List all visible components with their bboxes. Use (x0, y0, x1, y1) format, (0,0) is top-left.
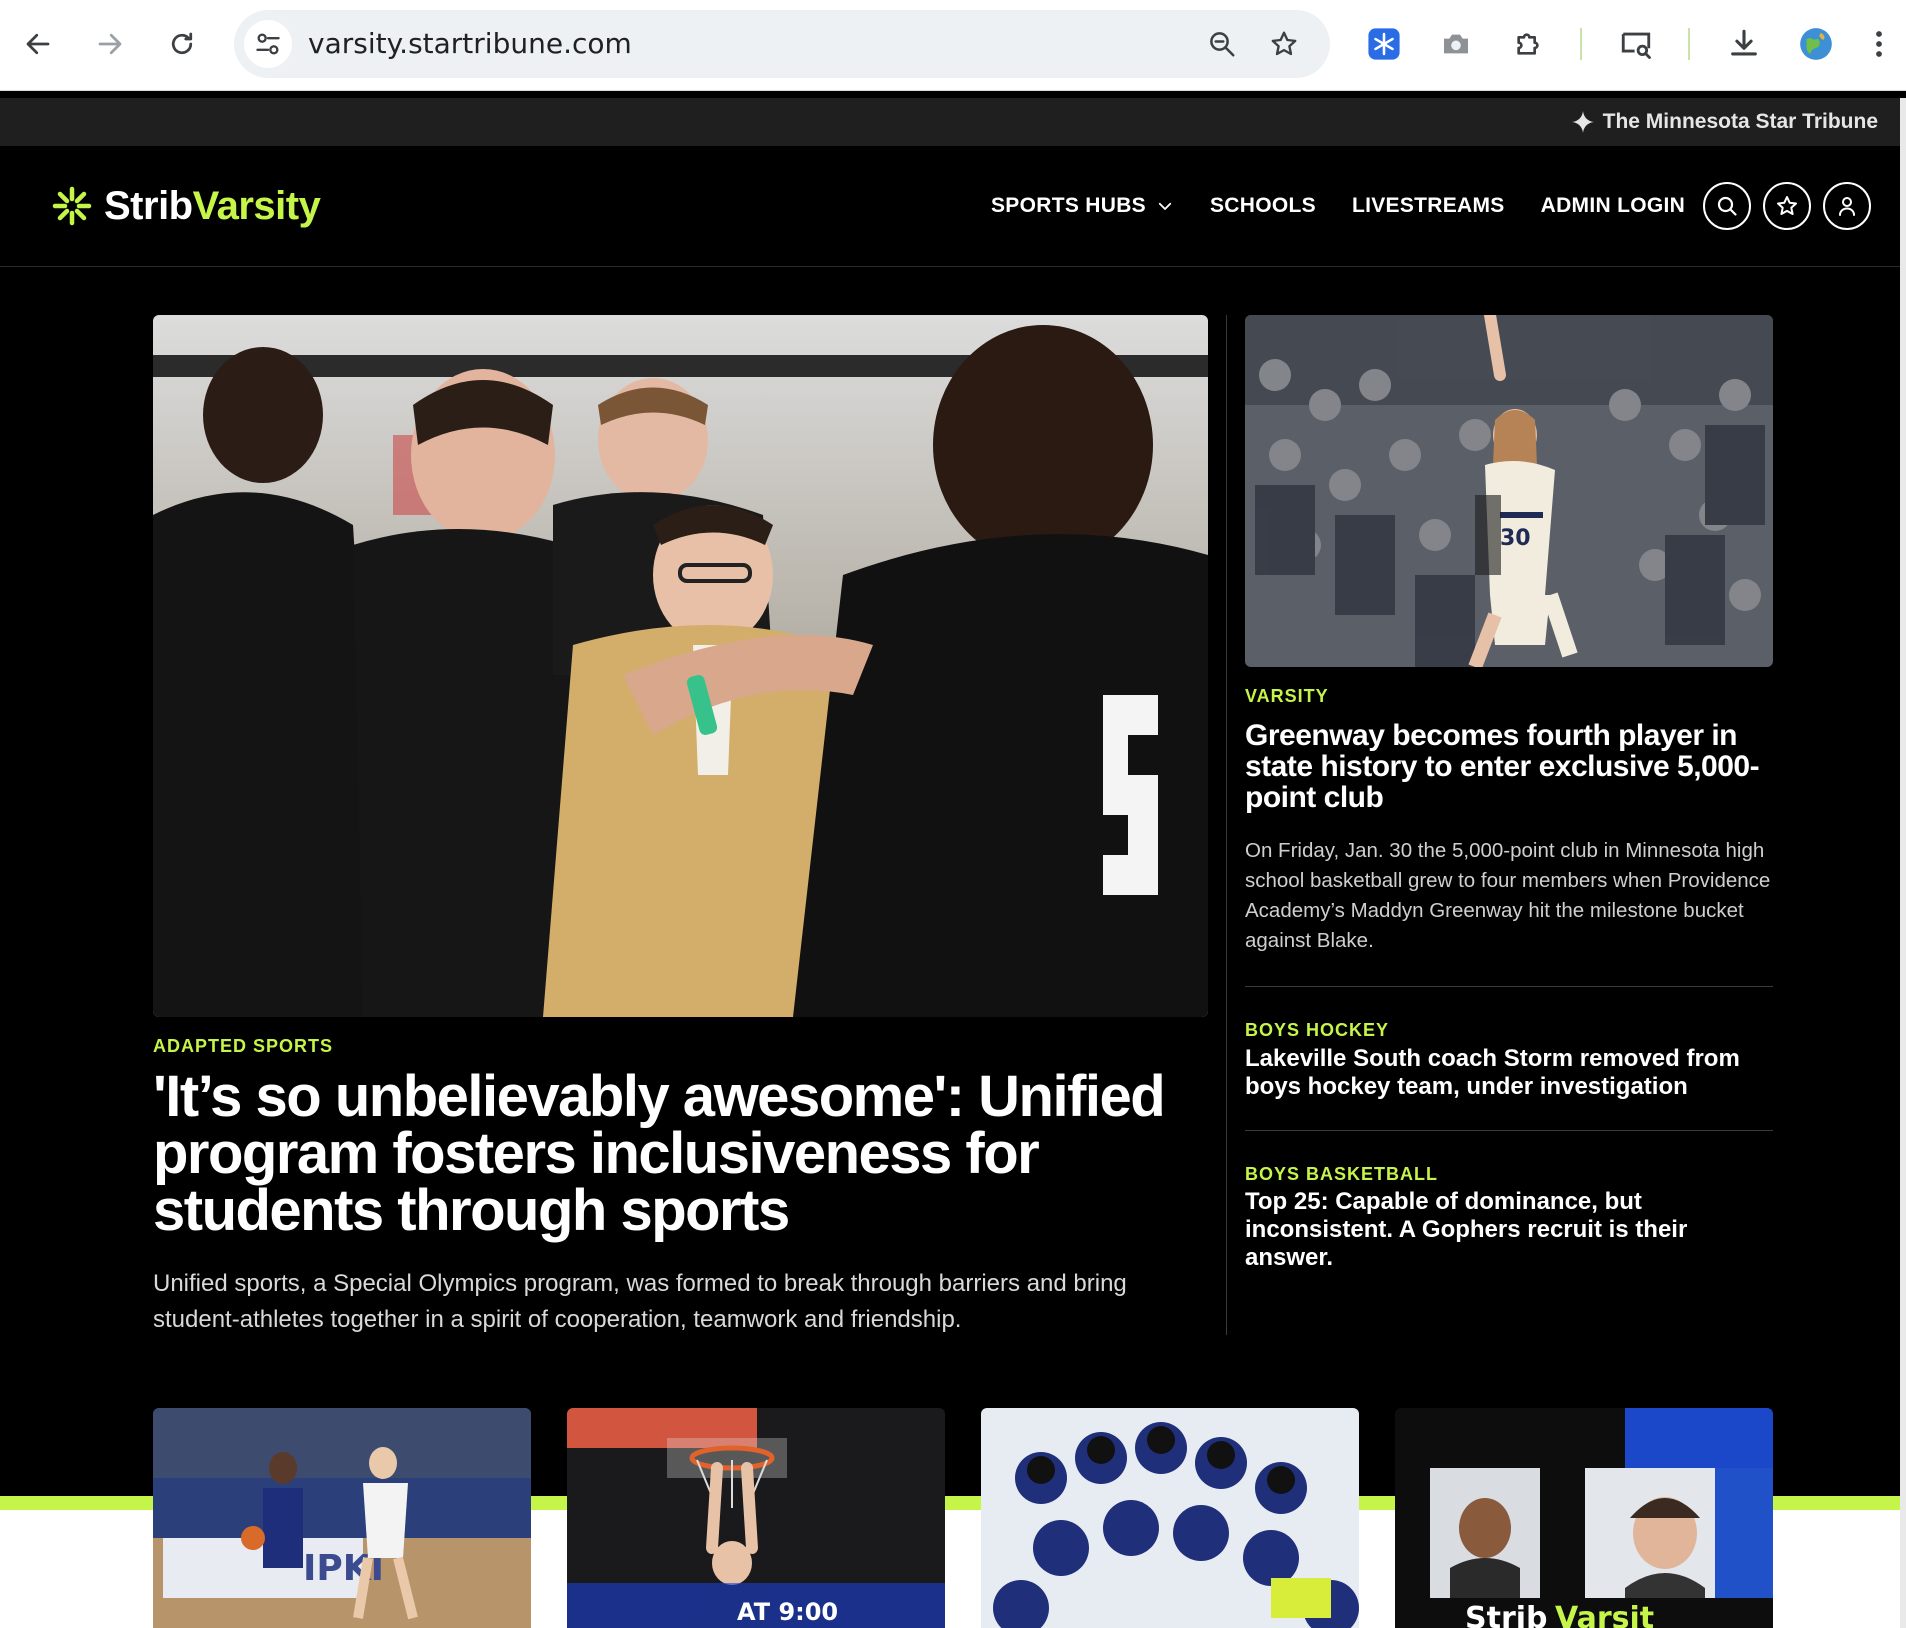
reload-icon (171, 32, 193, 55)
account-button[interactable] (1823, 182, 1871, 230)
svg-text:Strib: Strib (1465, 1601, 1548, 1628)
lead-story-headline[interactable]: 'It’s so unbelievably awesome': Unified … (153, 1068, 1203, 1240)
reload-button[interactable] (162, 24, 202, 64)
arrow-right-icon (98, 33, 122, 55)
search-button[interactable] (1703, 182, 1751, 230)
arrow-left-icon (26, 33, 50, 55)
story-card-2-photo[interactable]: AT 9:00 (567, 1408, 945, 1628)
side-story-2-kicker[interactable]: BOYS HOCKEY (1245, 1020, 1389, 1041)
toolbar-separator (1580, 28, 1582, 60)
star-outline-icon (1271, 31, 1297, 56)
forward-button[interactable] (90, 24, 130, 64)
lead-story-kicker[interactable]: ADAPTED SPORTS (153, 1036, 333, 1057)
star-tribune-link[interactable]: The Minnesota Star Tribune (1571, 98, 1878, 146)
card-2-illustration: AT 9:00 (567, 1408, 945, 1628)
chevron-down-icon (1158, 202, 1172, 210)
cast-search-button[interactable] (1614, 22, 1658, 66)
download-icon (1731, 29, 1757, 56)
side-story-1-dek: On Friday, Jan. 30 the 5,000-point club … (1245, 839, 1771, 952)
star-tribune-link-label: The Minnesota Star Tribune (1602, 110, 1878, 133)
zoom-out-icon (1210, 32, 1235, 57)
nav-schools[interactable]: SCHOOLS (1210, 194, 1316, 218)
logo-varsity: Varsity (192, 183, 321, 228)
main-nav: SPORTS HUBS SCHOOLS LIVESTREAMS ADMIN LO… (955, 146, 1685, 266)
side-story-3-headline[interactable]: Top 25: Capable of dominance, but incons… (1245, 1188, 1773, 1272)
globe-avatar-icon (1800, 28, 1832, 60)
lead-photo-illustration (153, 315, 1208, 1017)
svg-text:Varsit: Varsit (1555, 1601, 1654, 1628)
side-story-3-kicker[interactable]: BOYS BASKETBALL (1245, 1164, 1438, 1185)
nav-livestreams[interactable]: LIVESTREAMS (1352, 194, 1505, 218)
lead-story-photo[interactable] (153, 315, 1208, 1017)
page-scrollbar[interactable] (1900, 98, 1906, 1628)
search-icon (1717, 196, 1737, 216)
nav-livestreams-label: LIVESTREAMS (1351, 194, 1505, 217)
site-info-button[interactable] (244, 20, 292, 68)
story-card-1-photo[interactable]: IPKI (153, 1408, 531, 1628)
address-bar[interactable]: varsity.startribune.com (234, 10, 1330, 78)
story-divider (1245, 1130, 1773, 1131)
nav-admin-login-label: ADMIN LOGIN (1540, 194, 1686, 217)
nav-admin-login[interactable]: ADMIN LOGIN (1541, 194, 1685, 218)
extension-camera-button[interactable] (1434, 22, 1478, 66)
stribvarsity-logo[interactable]: StribVarsity (52, 183, 321, 229)
screen-search-icon (1621, 32, 1651, 59)
side-story-2-headline[interactable]: Lakeville South coach Storm removed from… (1245, 1045, 1773, 1101)
snowflake-icon (1368, 28, 1400, 60)
toolbar-separator (1688, 28, 1690, 60)
site-header: StribVarsity SPORTS HUBS SCHOOLS LIVESTR… (0, 146, 1900, 267)
card-1-illustration: IPKI (153, 1408, 531, 1628)
extensions-button[interactable] (1506, 22, 1550, 66)
card-4-illustration: Strib Varsit (1395, 1408, 1773, 1628)
story-card-3-photo[interactable] (981, 1408, 1359, 1628)
sparkle-icon (1571, 111, 1594, 133)
side-story-photo[interactable]: 30 (1245, 315, 1773, 667)
logo-strib: Strib (104, 183, 193, 228)
downloads-button[interactable] (1722, 22, 1766, 66)
side-story-1-headline[interactable]: Greenway becomes fourth player in state … (1245, 720, 1765, 813)
profile-avatar[interactable] (1794, 22, 1838, 66)
back-button[interactable] (18, 24, 58, 64)
utility-bar: The Minnesota Star Tribune (0, 98, 1900, 146)
side-story-1-kicker[interactable]: VARSITY (1245, 686, 1329, 707)
logo-wordmark: StribVarsity (104, 183, 321, 229)
zoom-button[interactable] (1202, 24, 1242, 64)
side-photo-illustration: 30 (1245, 315, 1773, 667)
tune-icon (256, 33, 280, 55)
nav-schools-label: SCHOOLS (1210, 194, 1316, 217)
puzzle-icon (1517, 33, 1539, 55)
bookmark-button[interactable] (1264, 24, 1304, 64)
extension-snowflake-button[interactable] (1362, 22, 1406, 66)
camera-icon (1444, 34, 1468, 54)
nav-sports-hubs-label: SPORTS HUBS (991, 194, 1146, 217)
story-card-4-photo[interactable]: Strib Varsit (1395, 1408, 1773, 1628)
lead-story-dek: Unified sports, a Special Olympics progr… (153, 1270, 1127, 1333)
svg-text:AT 9:00: AT 9:00 (737, 1598, 838, 1626)
browser-toolbar: varsity.startribune.com (0, 0, 1906, 91)
star-icon (1777, 196, 1797, 215)
column-divider (1226, 315, 1227, 1335)
url-text[interactable]: varsity.startribune.com (308, 10, 632, 78)
card-3-illustration (981, 1408, 1359, 1628)
kebab-menu-icon (1876, 31, 1882, 57)
svg-text:30: 30 (1500, 526, 1531, 551)
story-divider (1245, 986, 1773, 987)
favorites-button[interactable] (1763, 182, 1811, 230)
user-icon (1839, 197, 1855, 216)
browser-menu-button[interactable] (1864, 22, 1894, 66)
nav-sports-hubs[interactable]: SPORTS HUBS (991, 194, 1174, 218)
sunburst-logo-icon (52, 186, 92, 226)
